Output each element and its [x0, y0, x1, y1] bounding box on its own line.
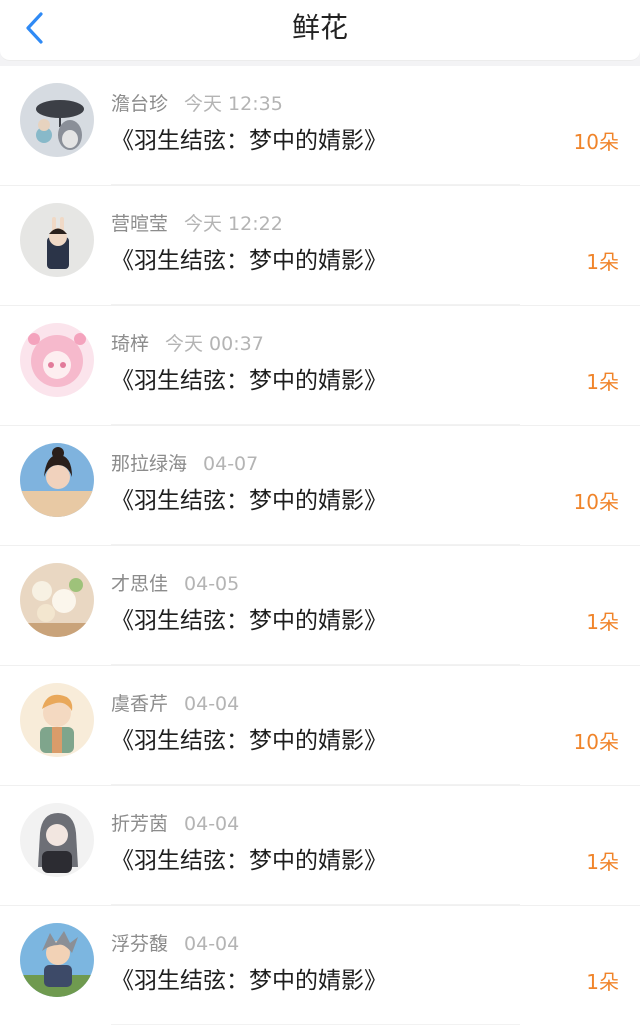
sender-meta: 澹台珍 今天 12:35 — [111, 89, 283, 115]
avatar[interactable] — [20, 923, 94, 997]
sender-meta: 折芳茵 04-04 — [111, 809, 239, 835]
flower-count: 1朵 — [586, 610, 619, 634]
list-item[interactable]: 折芳茵 04-04 《羽生结弦：梦中的婧影》 1朵 — [0, 785, 640, 905]
work-title[interactable]: 《羽生结弦：梦中的婧影》 — [111, 241, 387, 275]
avatar[interactable] — [20, 83, 94, 157]
sender-meta: 才思佳 04-05 — [111, 569, 239, 595]
list-item[interactable]: 澹台珍 今天 12:35 《羽生结弦：梦中的婧影》 10朵 — [0, 66, 640, 185]
sender-meta: 虞香芹 04-04 — [111, 689, 239, 715]
avatar[interactable] — [20, 203, 94, 277]
sent-time: 今天 00:37 — [165, 333, 264, 355]
flower-count: 10朵 — [573, 490, 619, 514]
avatar[interactable] — [20, 563, 94, 637]
sent-time: 04-04 — [184, 693, 240, 715]
sent-time: 今天 12:35 — [184, 93, 283, 115]
avatar[interactable] — [20, 803, 94, 877]
work-title[interactable]: 《羽生结弦：梦中的婧影》 — [111, 121, 387, 155]
sent-time: 04-05 — [184, 573, 240, 595]
sender-name[interactable]: 琦梓 — [111, 333, 149, 355]
sender-name[interactable]: 浮芬馥 — [111, 933, 168, 955]
sent-time: 04-04 — [184, 933, 240, 955]
avatar[interactable] — [20, 443, 94, 517]
list-item[interactable]: 才思佳 04-05 《羽生结弦：梦中的婧影》 1朵 — [0, 545, 640, 665]
flower-count: 10朵 — [573, 730, 619, 754]
list-item[interactable]: 虞香芹 04-04 《羽生结弦：梦中的婧影》 10朵 — [0, 665, 640, 785]
sender-name[interactable]: 那拉绿海 — [111, 453, 187, 475]
sender-name[interactable]: 才思佳 — [111, 573, 168, 595]
flower-count: 1朵 — [586, 370, 619, 394]
avatar[interactable] — [20, 323, 94, 397]
sent-time: 今天 12:22 — [184, 213, 283, 235]
list-item[interactable]: 浮芬馥 04-04 《羽生结弦：梦中的婧影》 1朵 — [0, 905, 640, 1025]
work-title[interactable]: 《羽生结弦：梦中的婧影》 — [111, 601, 387, 635]
sender-meta: 营暄莹 今天 12:22 — [111, 209, 283, 235]
avatar[interactable] — [20, 683, 94, 757]
top-bar: 鲜花 — [0, 0, 640, 61]
sender-name[interactable]: 虞香芹 — [111, 693, 168, 715]
flower-count: 10朵 — [573, 130, 619, 154]
list-item[interactable]: 琦梓 今天 00:37 《羽生结弦：梦中的婧影》 1朵 — [0, 305, 640, 425]
sender-meta: 琦梓 今天 00:37 — [111, 329, 264, 355]
sender-name[interactable]: 澹台珍 — [111, 93, 168, 115]
sender-name[interactable]: 折芳茵 — [111, 813, 168, 835]
flower-count: 1朵 — [586, 250, 619, 274]
work-title[interactable]: 《羽生结弦：梦中的婧影》 — [111, 481, 387, 515]
sender-name[interactable]: 营暄莹 — [111, 213, 168, 235]
work-title[interactable]: 《羽生结弦：梦中的婧影》 — [111, 961, 387, 995]
sent-time: 04-07 — [203, 453, 259, 475]
work-title[interactable]: 《羽生结弦：梦中的婧影》 — [111, 361, 387, 395]
work-title[interactable]: 《羽生结弦：梦中的婧影》 — [111, 841, 387, 875]
list-item[interactable]: 营暄莹 今天 12:22 《羽生结弦：梦中的婧影》 1朵 — [0, 185, 640, 305]
flower-list: 澹台珍 今天 12:35 《羽生结弦：梦中的婧影》 10朵 营暄莹 今天 12:22… — [0, 66, 640, 1025]
flower-count: 1朵 — [586, 970, 619, 994]
flower-count: 1朵 — [586, 850, 619, 874]
list-item[interactable]: 那拉绿海 04-07 《羽生结弦：梦中的婧影》 10朵 — [0, 425, 640, 545]
sent-time: 04-04 — [184, 813, 240, 835]
sender-meta: 那拉绿海 04-07 — [111, 449, 258, 475]
work-title[interactable]: 《羽生结弦：梦中的婧影》 — [111, 721, 387, 755]
page-title: 鲜花 — [291, 11, 348, 44]
sender-meta: 浮芬馥 04-04 — [111, 929, 239, 955]
